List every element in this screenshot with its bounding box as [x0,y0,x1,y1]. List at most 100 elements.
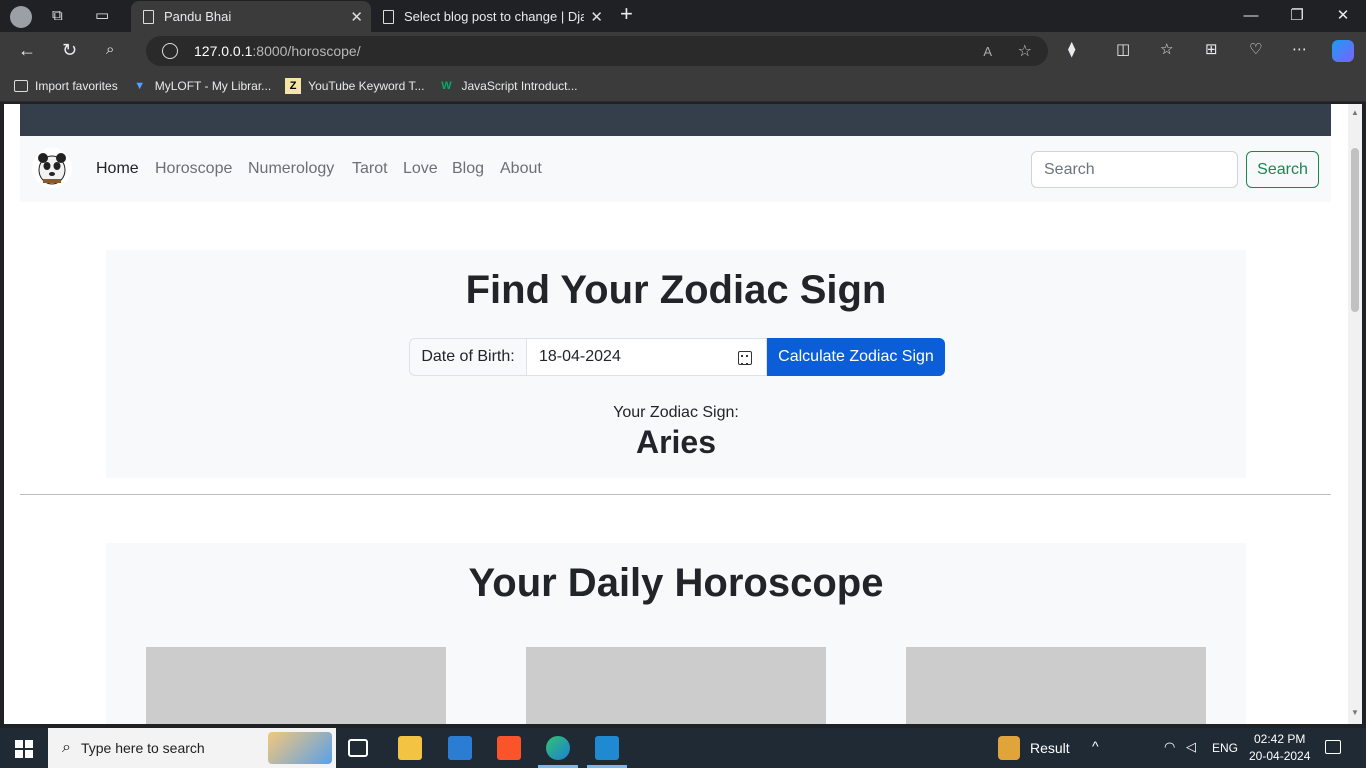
nav-horoscope[interactable]: Horoscope [155,160,232,178]
read-aloud-icon[interactable]: A [983,44,992,59]
edge-browser-icon[interactable] [546,736,570,760]
browser-titlebar: ⧉ ▭ Pandu Bhai ✕ Select blog post to cha… [0,0,1366,32]
new-tab-icon[interactable]: + [620,3,633,25]
bookmark-javascript-intro[interactable]: W JavaScript Introduct... [438,78,577,94]
weather-widget-label[interactable]: Result [1030,740,1070,756]
url-host: 127.0.0.1 [194,43,253,59]
taskbar-search-box[interactable]: ⌕ Type here to search [48,728,336,768]
nav-home[interactable]: Home [96,160,139,178]
dob-input-group: Date of Birth: 18-04-2024 Calculate Zodi… [409,338,945,376]
mail-icon[interactable] [448,736,472,760]
bookmark-label: JavaScript Introduct... [461,78,578,93]
restore-icon[interactable]: ❐ [1274,0,1320,32]
nav-love[interactable]: Love [403,160,438,178]
windows-start-icon[interactable] [15,740,33,758]
horoscope-image-placeholder [906,647,1206,724]
tab-actions-icon[interactable]: ▭ [95,6,109,26]
tab-django-admin[interactable]: Select blog post to change | Djar ✕ [371,1,611,32]
copilot-icon[interactable] [1332,40,1354,62]
file-explorer-icon[interactable] [398,736,422,760]
scrollbar-thumb[interactable] [1351,148,1359,312]
dob-label: Date of Birth: [409,338,527,376]
myloft-icon: ▼ [134,79,146,92]
favorites-icon[interactable]: ☆ [1160,40,1173,60]
search-button[interactable]: Search [1246,151,1319,188]
refresh-icon[interactable]: ↻ [62,40,77,60]
tray-overflow-icon[interactable]: ^ [1092,738,1099,754]
daily-horoscope-card: Your Daily Horoscope [106,543,1246,724]
bookmark-myloft[interactable]: ▼ MyLOFT - My Librar... [132,78,271,94]
nav-about[interactable]: About [500,160,542,178]
bookmark-label: YouTube Keyword T... [308,78,425,93]
page-icon [143,9,154,24]
browser-toolbar: ← ↻ ⌕ 127.0.0.1:8000/horoscope/ A ☆ ⧫ ◫ … [0,32,1366,70]
vscode-icon[interactable] [595,736,619,760]
taskbar-search-placeholder: Type here to search [80,740,205,756]
zodiac-result-value: Aries [635,424,717,460]
nav-tarot[interactable]: Tarot [352,160,388,178]
nav-numerology[interactable]: Numerology [248,160,334,178]
address-bar[interactable]: 127.0.0.1:8000/horoscope/ A ☆ [146,36,1048,66]
language-indicator[interactable]: ENG [1212,741,1238,755]
url-path: :8000/horoscope/ [252,43,361,59]
close-tab-icon[interactable]: ✕ [350,8,363,26]
w3-icon: W [441,79,452,92]
panda-logo-icon [38,153,66,185]
back-icon[interactable]: ← [18,40,36,60]
bookmark-label: MyLOFT - My Librar... [154,78,272,93]
bookmark-label: Import favorites [35,78,118,93]
clock-date[interactable]: 20-04-2024 [1249,749,1310,763]
workspaces-icon[interactable]: ⧉ [52,6,63,26]
dob-date-field[interactable]: 18-04-2024 [527,338,767,376]
close-window-icon[interactable]: ✕ [1320,0,1366,32]
scroll-down-icon[interactable]: ▼ [1351,708,1359,717]
search-icon[interactable]: ⌕ [106,40,114,60]
search-input[interactable]: Search [1031,151,1238,188]
task-view-icon[interactable] [348,739,368,757]
brave-browser-icon[interactable] [497,736,521,760]
top-band [20,104,1331,136]
bookmark-import-favorites[interactable]: Import favorites [14,79,118,93]
calculate-zodiac-button[interactable]: Calculate Zodiac Sign [767,338,945,376]
horoscope-image-placeholder [146,647,446,724]
site-info-icon[interactable] [162,43,178,59]
search-icon: ⌕ [62,739,71,756]
windows-taskbar: ⌕ Type here to search Result ^ ◠ ◁ ENG 0… [0,728,1366,768]
network-icon[interactable]: ◠ [1164,739,1175,755]
clock-time[interactable]: 02:42 PM [1254,732,1305,746]
profile-avatar-icon[interactable] [10,6,32,28]
nav-blog[interactable]: Blog [452,160,484,178]
navbar: Home Horoscope Numerology Tarot Love Blo… [20,136,1331,202]
notifications-icon[interactable] [1325,740,1341,754]
zoho-icon: Z [285,77,302,94]
daily-horoscope-title: Your Daily Horoscope [468,561,884,605]
bookmark-youtube-keyword[interactable]: Z YouTube Keyword T... [285,77,425,94]
tab-title: Select blog post to change | Djar [404,9,584,24]
horoscope-image-placeholder [526,647,826,724]
performance-icon[interactable]: ♡ [1249,40,1262,60]
tab-title: Pandu Bhai [164,9,232,24]
calendar-icon[interactable] [738,351,752,365]
volume-icon[interactable]: ◁ [1186,739,1196,755]
zodiac-title: Find Your Zodiac Sign [465,268,887,312]
page-icon [383,9,394,24]
collections-icon[interactable]: ⊞ [1205,40,1218,60]
dob-value: 18-04-2024 [539,348,621,365]
favorite-star-icon[interactable]: ☆ [1018,41,1032,61]
scroll-up-icon[interactable]: ▲ [1351,108,1359,117]
close-tab-icon[interactable]: ✕ [590,8,603,26]
site-logo[interactable] [32,148,72,188]
extensions-icon[interactable]: ⧫ [1068,40,1075,60]
page-scrollbar[interactable]: ▲ ▼ [1348,104,1362,724]
zodiac-result-label: Your Zodiac Sign: [613,404,739,421]
zodiac-finder-card: Find Your Zodiac Sign Date of Birth: 18-… [106,250,1246,478]
minimize-icon[interactable]: — [1228,0,1274,32]
import-favorites-icon [14,79,28,92]
weather-widget-icon[interactable] [998,736,1020,760]
tab-pandu-bhai[interactable]: Pandu Bhai ✕ [131,1,371,32]
split-screen-icon[interactable]: ◫ [1116,40,1130,60]
page-viewport: Home Horoscope Numerology Tarot Love Blo… [4,104,1348,724]
more-menu-icon[interactable]: ⋯ [1292,40,1307,60]
search-highlight-icon [268,732,332,764]
bookmarks-bar: Import favorites ▼ MyLOFT - My Librar...… [0,70,1366,102]
